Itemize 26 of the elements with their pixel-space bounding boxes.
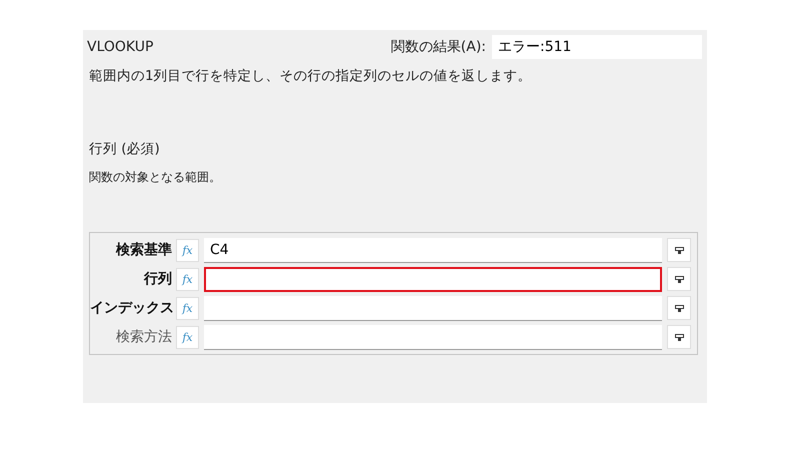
function-wizard-button[interactable]: fx — [176, 296, 199, 320]
argument-title: 行列 (必須) — [88, 140, 161, 158]
argument-description: 関数の対象となる範囲。 — [88, 169, 222, 186]
argument-label: インデックス — [90, 299, 172, 317]
function-wizard-button[interactable]: fx — [176, 238, 199, 262]
result-label: 関数の結果(A): — [390, 38, 486, 56]
function-description: 範囲内の1列目で行を特定し、その行の指定列のセルの値を返します。 — [88, 67, 533, 85]
function-wizard-button[interactable]: fx — [176, 268, 199, 290]
shrink-button[interactable] — [667, 325, 691, 349]
function-wizard-button[interactable]: fx — [176, 326, 199, 348]
argument-label: 行列 — [142, 270, 172, 288]
argument-field[interactable]: C4 — [204, 238, 662, 262]
shrink-icon — [674, 276, 684, 282]
shrink-button[interactable] — [667, 238, 691, 262]
shrink-icon — [674, 334, 684, 340]
argument-field[interactable] — [204, 266, 662, 292]
result-field[interactable]: エラー:511 — [492, 34, 702, 58]
argument-label: 検索基準 — [114, 241, 172, 259]
function-name: VLOOKUP — [87, 38, 154, 54]
shrink-icon — [674, 246, 684, 254]
shrink-button[interactable] — [667, 296, 691, 320]
shrink-icon — [674, 304, 684, 312]
shrink-button[interactable] — [667, 267, 691, 291]
argument-label: 検索方法 — [115, 328, 172, 346]
argument-field[interactable] — [204, 324, 662, 350]
argument-field[interactable] — [204, 296, 662, 320]
